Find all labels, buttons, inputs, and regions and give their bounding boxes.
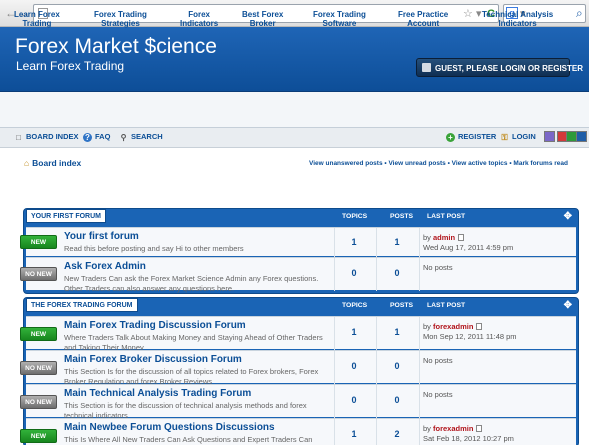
forum-row[interactable]: NO NEW Main Technical Analysis Trading F… [20,384,576,420]
faq-link[interactable]: ? FAQ [83,132,110,142]
last-post-info: by forexadmin Sat Feb 18, 2012 10:27 pm [423,424,514,443]
search-icon[interactable]: ⌕ [576,7,583,19]
expand-icon[interactable]: ✥ [564,211,572,222]
nav-forex-trading-software[interactable]: Forex Trading Software [313,10,366,28]
help-icon: ? [83,133,92,142]
view-post-icon[interactable] [458,234,465,241]
site-tagline: Learn Forex Trading [16,59,125,73]
home-icon: ⌂ [24,158,30,168]
posts-header: POSTS [390,302,414,309]
site-title[interactable]: Forex Market $cience [15,35,217,59]
category-title[interactable]: YOUR FIRST FORUM [26,209,106,223]
status-badge: NEW [20,429,57,443]
last-post-header: LAST POST [427,302,466,309]
view-post-icon[interactable] [476,425,483,432]
column-divider [419,385,420,418]
forum-title[interactable]: Main Forex Broker Discussion Forum [64,354,242,365]
topic-count: 0 [351,395,357,405]
topic-count: 0 [351,268,357,278]
post-count: 2 [394,429,400,439]
status-badge: NEW [20,327,57,341]
forum-description: This Is Where All New Traders Can Ask Qu… [64,435,313,444]
nav-forex-trading-strategies[interactable]: Forex Trading Strategies [94,10,147,28]
forum-title[interactable]: Ask Forex Admin [64,261,146,272]
view-post-icon[interactable] [476,323,483,330]
breadcrumb[interactable]: ⌂ Board index [24,158,81,168]
guest-login-box[interactable]: GUEST, PLEASE LOGIN OR REGISTER [416,58,583,77]
forum-row[interactable]: NEW Main Forex Trading Discussion Forum … [20,316,576,352]
search-link[interactable]: ⚲ SEARCH [119,132,163,142]
login-link[interactable]: ⚿ LOGIN [500,132,535,142]
plus-icon: + [446,133,455,142]
status-badge: NO NEW [20,361,57,375]
topic-count: 1 [351,327,357,337]
category-header: YOUR FIRST FORUM TOPICS POSTS LAST POST … [26,209,576,226]
magnifier-icon: ⚲ [120,133,127,142]
post-count: 0 [394,361,400,371]
guest-login-text[interactable]: GUEST, PLEASE LOGIN OR REGISTER [435,64,583,73]
status-badge: NO NEW [20,267,57,281]
last-post-header: LAST POST [427,213,466,220]
nav-learn-forex-trading[interactable]: Learn Forex Trading [14,10,60,28]
forum-row[interactable]: NO NEW Ask Forex Admin New Traders Can a… [20,257,576,293]
expand-icon[interactable]: ✥ [564,300,572,311]
forum-description: Read this before posting and say Hi to o… [64,244,244,253]
status-badge: NO NEW [20,395,57,409]
post-count: 0 [394,268,400,278]
topic-count: 1 [351,429,357,439]
last-post-info: by forexadmin Mon Sep 12, 2011 11:48 pm [423,322,517,341]
last-post-info: No posts [423,263,453,272]
forum-title[interactable]: Main Newbee Forum Questions Discussions [64,422,275,433]
column-divider [419,258,420,291]
post-count: 1 [394,237,400,247]
last-post-info: by admin Wed Aug 17, 2011 4:59 pm [423,233,514,252]
forum-title[interactable]: Main Forex Trading Discussion Forum [64,320,246,331]
topic-count: 1 [351,237,357,247]
last-post-info: No posts [423,356,453,365]
forum-row[interactable]: NO NEW Main Forex Broker Discussion Foru… [20,350,576,386]
nav-technical-analysis-indicators[interactable]: Technical Analysis Indicators [482,10,553,28]
column-divider [419,419,420,445]
topics-header: TOPICS [342,302,368,309]
nav-forex-indicators[interactable]: Forex Indicators [180,10,218,28]
forum-row[interactable]: NEW Your first forum Read this before po… [20,227,576,257]
topic-count: 0 [351,361,357,371]
forum-title[interactable]: Main Technical Analysis Trading Forum [64,388,251,399]
forum-description: New Traders Can ask the Forex Market Sci… [64,274,319,293]
nav-free-practice-account[interactable]: Free Practice Account [398,10,448,28]
dropdown-icon[interactable]: ▾ [476,8,482,20]
status-badge: NEW [20,235,57,249]
nav-best-forex-broker[interactable]: Best Forex Broker [242,10,283,28]
column-divider [419,228,420,257]
quick-links[interactable]: View unanswered posts • View unread post… [309,160,568,167]
post-count: 1 [394,327,400,337]
main-navigation [0,92,589,128]
category-title[interactable]: THE FOREX TRADING FORUM [26,298,138,312]
column-divider [419,317,420,350]
topics-header: TOPICS [342,213,368,220]
board-index-link[interactable]: □ BOARD INDEX [14,132,78,142]
key-icon: ⚿ [501,133,508,142]
column-divider [419,351,420,384]
bookmark-star-icon[interactable]: ☆ [463,8,473,20]
forum-title[interactable]: Your first forum [64,231,139,242]
register-link[interactable]: + REGISTER [446,132,496,142]
last-post-user[interactable]: admin [433,233,455,242]
key-icon [422,63,431,72]
post-count: 0 [394,395,400,405]
posts-header: POSTS [390,213,414,220]
last-post-info: No posts [423,390,453,399]
forum-row[interactable]: NEW Main Newbee Forum Questions Discussi… [20,418,576,445]
last-post-user[interactable]: forexadmin [433,322,473,331]
category-header: THE FOREX TRADING FORUM TOPICS POSTS LAS… [26,298,576,315]
last-post-user[interactable]: forexadmin [433,424,473,433]
style-switch-purple[interactable] [544,131,555,142]
style-switch-blue[interactable] [576,131,587,142]
board-index-icon: □ [16,133,21,142]
